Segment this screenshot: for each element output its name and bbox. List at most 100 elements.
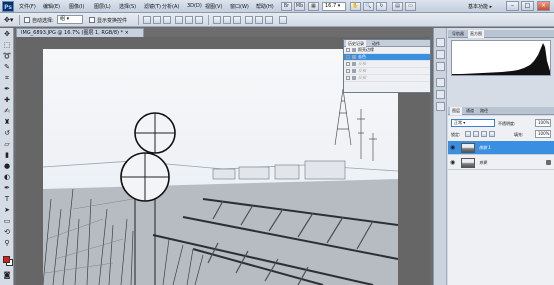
hand-tool-icon[interactable]: ✋ [350,2,361,11]
auto-select-dropdown[interactable]: 组 ▾ [57,15,83,24]
history-brush-source-checkbox[interactable] [346,48,350,52]
blur-tool-icon[interactable]: ● [2,162,12,171]
panel-toggle-icon[interactable] [436,38,445,47]
path-select-tool-icon[interactable]: ➤ [2,206,12,215]
history-brush-source-checkbox[interactable] [346,55,350,59]
align-bottom-icon[interactable] [163,16,171,24]
panel-toggle-icon[interactable] [436,90,445,99]
close-button[interactable]: × [537,1,550,11]
shape-tool-icon[interactable]: ▭ [2,217,12,226]
lasso-tool-icon[interactable]: ➰ [2,52,12,61]
bridge-icon[interactable]: Br [281,2,292,11]
panel-toggle-icon[interactable] [436,50,445,59]
align-right-icon[interactable] [195,16,203,24]
history-item[interactable]: 反相 [344,68,430,75]
dodge-tool-icon[interactable]: ◐ [2,173,12,182]
tab-history[interactable]: 历史记录 [346,40,366,47]
distribute-vcenter-icon[interactable] [223,16,231,24]
move-tool-icon[interactable]: ✥ [2,30,12,39]
arrange-documents-icon[interactable]: ▤ [392,2,403,11]
history-item[interactable]: 反相 [344,75,430,82]
gradient-tool-icon[interactable]: ▮ [2,151,12,160]
move-tool-icon[interactable]: ✥▾ [4,16,13,24]
zoom-tool-icon[interactable]: 🔍 [363,2,374,11]
document-tab[interactable]: IMG_6893.JPG @ 16.7% (图层 1, RGB/8) * × [16,28,144,37]
tab-layers[interactable]: 图层 [450,107,462,115]
history-brush-source-checkbox[interactable] [346,69,350,73]
zoom-level-select[interactable]: 16.7 ▾ [322,2,346,11]
tab-histogram[interactable]: 直方图 [468,30,484,38]
3d-rotate-tool-icon[interactable]: ⟲ [2,228,12,237]
panel-toggle-icon[interactable] [436,62,445,71]
healing-brush-tool-icon[interactable]: ✚ [2,96,12,105]
menu-image[interactable]: 图像(I) [69,3,84,10]
blend-mode-select[interactable]: 正常 ▾ [451,119,495,127]
layers-panel-tabs: 图层 通道 路径 [448,107,554,115]
mini-bridge-icon[interactable]: Mb [294,2,305,11]
lock-pixels-icon[interactable] [473,131,479,137]
align-vcenter-icon[interactable] [153,16,161,24]
menu-window[interactable]: 窗口(W) [230,3,249,10]
layer-row-selected[interactable]: ◉ 图层 1 [448,141,554,155]
align-left-icon[interactable] [175,16,183,24]
distribute-bottom-icon[interactable] [233,16,241,24]
auto-select-checkbox[interactable] [24,17,30,23]
auto-align-icon[interactable] [279,16,287,24]
show-transform-checkbox[interactable] [89,17,95,23]
history-brush-source-checkbox[interactable] [346,76,350,80]
lock-transparency-icon[interactable] [465,131,471,137]
distribute-right-icon[interactable] [265,16,273,24]
opacity-field[interactable]: 100% [535,119,551,127]
distribute-top-icon[interactable] [213,16,221,24]
menu-analysis[interactable]: 分析(A) [162,3,179,10]
tab-navigator[interactable]: 导航器 [450,30,466,38]
visibility-eye-icon[interactable]: ◉ [450,159,457,166]
lock-all-icon[interactable] [489,131,495,137]
history-item[interactable]: 反相 [344,61,430,68]
quick-mask-icon[interactable]: ◙ [2,271,12,280]
workspace-switcher[interactable]: 基本功能 ▸ [468,3,492,10]
maximize-button[interactable]: □ [521,1,534,11]
menu-file[interactable]: 文件(F) [19,3,36,10]
lock-position-icon[interactable] [481,131,487,137]
panel-toggle-icon[interactable] [436,102,445,111]
view-extras-icon[interactable]: ▦ [308,2,319,11]
distribute-left-icon[interactable] [245,16,253,24]
menu-layer[interactable]: 图层(L) [94,3,111,10]
rotate-view-icon[interactable]: ↻ [376,2,387,11]
history-item-selected[interactable]: 去色 [344,54,430,61]
screen-mode-icon[interactable]: ▭ [405,2,416,11]
menu-3d[interactable]: 3D(D) [187,3,202,9]
visibility-eye-icon[interactable]: ◉ [450,144,457,151]
align-top-icon[interactable] [143,16,151,24]
menu-filter[interactable]: 滤镜(T) [144,3,161,10]
photoshop-logo: Ps [2,1,14,12]
history-brush-source-checkbox[interactable] [346,62,350,66]
history-item[interactable]: 照亮边缘 [344,47,430,54]
align-hcenter-icon[interactable] [185,16,193,24]
tab-channels[interactable]: 通道 [464,107,476,115]
eyedropper-tool-icon[interactable]: ✒ [2,85,12,94]
history-brush-tool-icon[interactable]: ↺ [2,129,12,138]
brush-tool-icon[interactable]: ✍ [2,107,12,116]
clone-stamp-tool-icon[interactable]: ♜ [2,118,12,127]
menu-edit[interactable]: 编辑(E) [43,3,60,10]
tab-actions[interactable]: 动作 [370,40,382,47]
zoom-tool-icon[interactable]: ⚲ [2,239,12,248]
pen-tool-icon[interactable]: ✒ [2,184,12,193]
crop-tool-icon[interactable]: ⌗ [2,74,12,83]
distribute-hcenter-icon[interactable] [255,16,263,24]
menu-view[interactable]: 视图(V) [205,3,222,10]
foreground-color-swatch[interactable] [3,256,10,263]
menu-help[interactable]: 帮助(H) [256,3,274,10]
minimize-button[interactable]: – [506,1,519,11]
eraser-tool-icon[interactable]: ▱ [2,140,12,149]
tab-paths[interactable]: 路径 [478,107,490,115]
layer-row[interactable]: ◉ 背景 [448,156,554,170]
quick-select-tool-icon[interactable]: ✎ [2,63,12,72]
panel-toggle-icon[interactable] [436,78,445,87]
menu-select[interactable]: 选择(S) [119,3,136,10]
fill-field[interactable]: 100% [535,130,551,138]
type-tool-icon[interactable]: T [2,195,12,204]
marquee-tool-icon[interactable]: ⬚ [2,41,12,50]
